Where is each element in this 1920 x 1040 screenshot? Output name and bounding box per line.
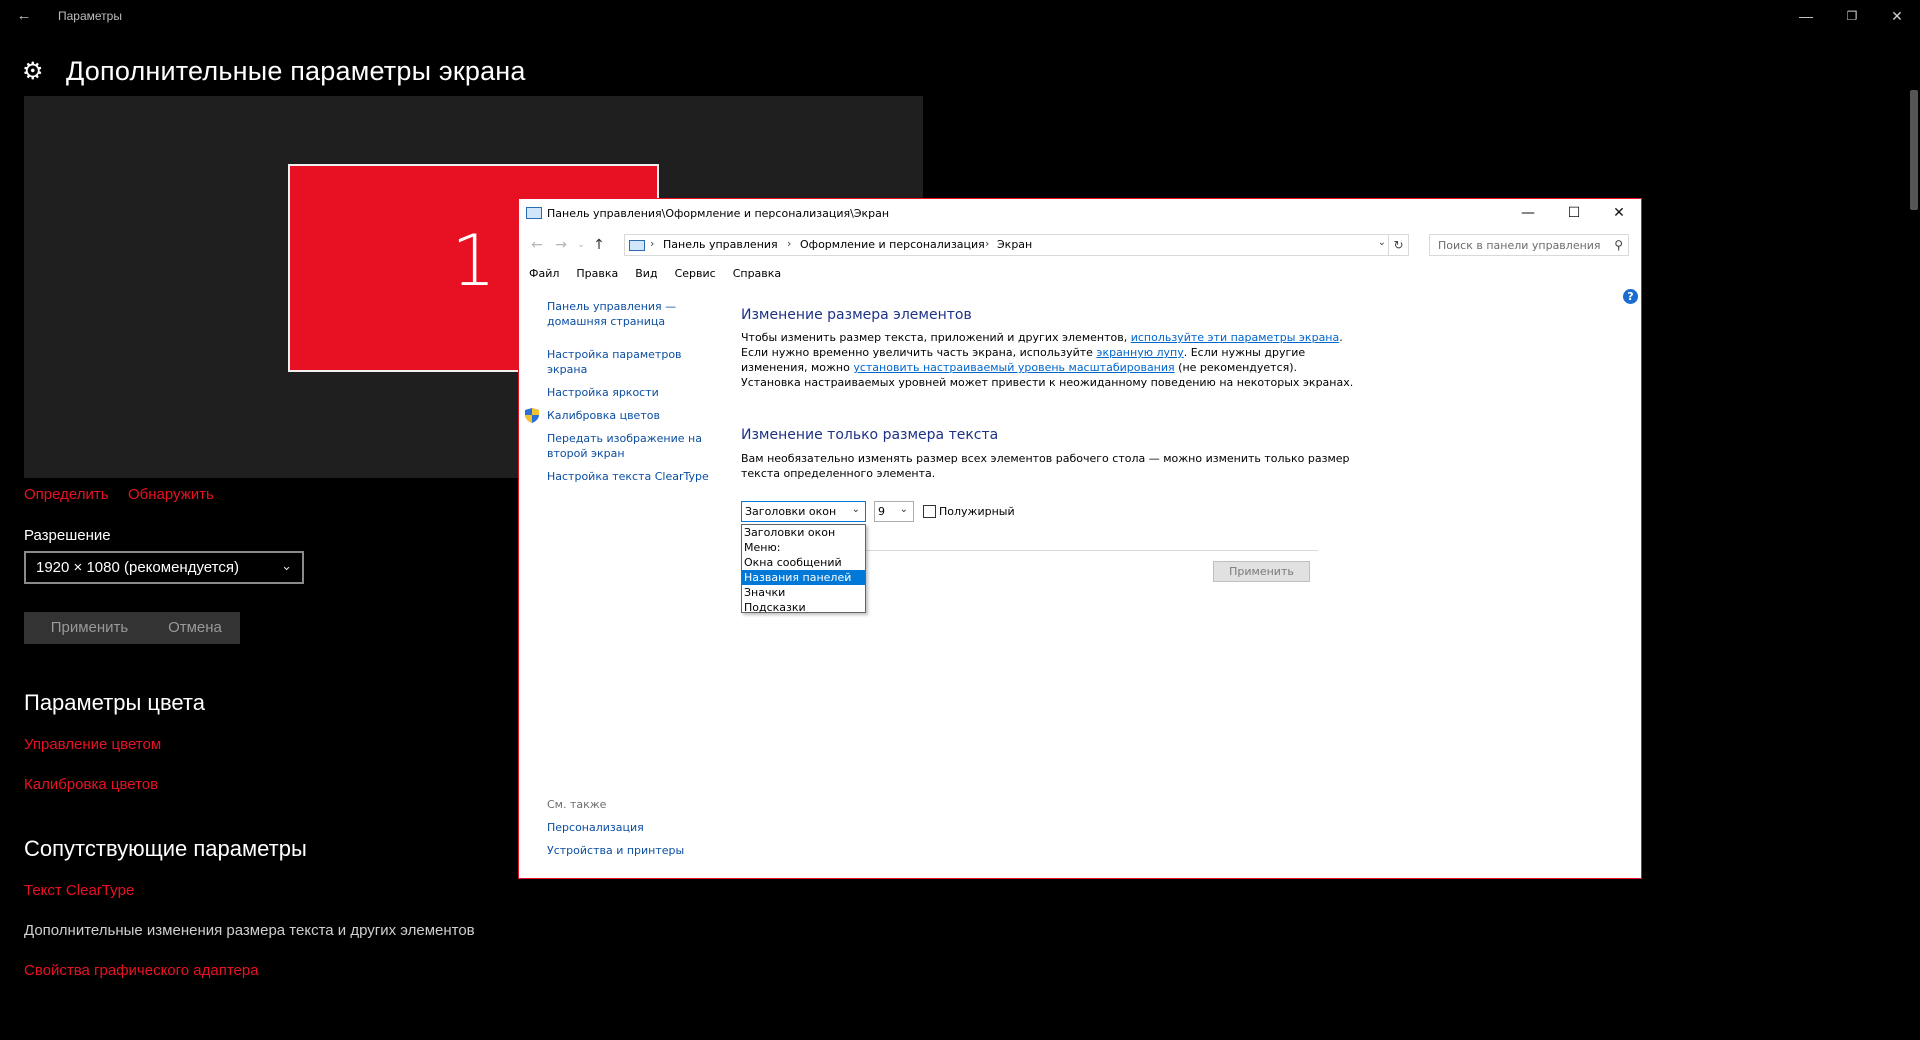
color-management-link[interactable]: Управление цветом [24, 736, 161, 753]
resolution-value: 1920 × 1080 (рекомендуется) [36, 559, 239, 576]
size-select-value: 9 [878, 505, 885, 518]
devices-printers-link[interactable]: Устройства и принтеры [547, 843, 684, 858]
crumb-separator: › [650, 237, 655, 250]
divider [864, 550, 1318, 551]
resolution-link-line2[interactable]: экрана [547, 362, 587, 377]
home-link-line1[interactable]: Панель управления — [547, 299, 676, 314]
resize-text-3: изменения, можно установить настраиваемы… [741, 361, 1298, 374]
back-arrow-icon[interactable]: ← [12, 4, 36, 28]
resize-text-2: Если нужно временно увеличить часть экра… [741, 346, 1306, 359]
cp-close-icon[interactable]: ✕ [1596, 199, 1642, 228]
address-dropdown-icon[interactable]: ⌄ [1378, 237, 1386, 248]
identify-link[interactable]: Определить [24, 486, 109, 503]
cp-apply-button[interactable]: Применить [1213, 561, 1310, 582]
color-heading: Параметры цвета [24, 690, 205, 715]
resolution-label: Разрешение [24, 527, 111, 544]
resolution-select[interactable]: 1920 × 1080 (рекомендуется) ⌄ [24, 551, 304, 584]
element-select-value: Заголовки окон [745, 505, 837, 518]
advanced-sizing-link[interactable]: Дополнительные изменения размера текста … [24, 922, 475, 939]
cleartype-link[interactable]: Текст ClearType [24, 882, 134, 899]
bold-checkbox[interactable] [923, 505, 936, 518]
project-link-line2[interactable]: второй экран [547, 446, 625, 461]
menu-tools[interactable]: Сервис [675, 267, 716, 280]
custom-scaling-link[interactable]: установить настраиваемый уровень масштаб… [853, 361, 1174, 374]
see-also-label: См. также [547, 798, 607, 811]
magnifier-link[interactable]: экранную лупу [1096, 346, 1183, 359]
menu-file[interactable]: Файл [529, 267, 559, 280]
crumb-appearance[interactable]: Оформление и персонализация [800, 238, 985, 251]
adapter-properties-link[interactable]: Свойства графического адаптера [24, 962, 259, 979]
cp-navbar: ← → ⌄ ↑ › Панель управления › Оформление… [519, 233, 1641, 257]
address-monitor-icon [629, 240, 645, 251]
cp-maximize-icon[interactable]: ☐ [1551, 199, 1597, 228]
control-panel-window: Панель управления\Оформление и персонали… [518, 198, 1642, 879]
home-link-line2[interactable]: домашняя страница [547, 314, 665, 329]
chevron-down-icon: ⌄ [851, 504, 860, 515]
text-size-text-1: Вам необязательно изменять размер всех э… [741, 452, 1350, 465]
dropdown-option-highlighted[interactable]: Названия панелей [742, 570, 865, 585]
cp-minimize-icon[interactable]: — [1505, 199, 1551, 228]
resize-text-4: Установка настраиваемых уровней может пр… [741, 376, 1354, 389]
monitor-icon [526, 207, 542, 219]
nav-back-icon[interactable]: ← [527, 235, 547, 255]
menu-view[interactable]: Вид [635, 267, 657, 280]
resize-text-1: Чтобы изменить размер текста, приложений… [741, 331, 1343, 344]
cleartype-tuner-link[interactable]: Настройка текста ClearType [547, 469, 709, 484]
dropdown-option[interactable]: Заголовки окон [742, 525, 865, 540]
window-title: Параметры [58, 9, 122, 23]
size-select[interactable]: 9 ⌄ [874, 501, 914, 522]
text-size-heading: Изменение только размера текста [741, 427, 999, 443]
cp-title: Панель управления\Оформление и персонали… [547, 207, 890, 220]
element-dropdown-list: Заголовки окон Меню: Окна сообщений Назв… [741, 524, 866, 615]
nav-forward-icon[interactable]: → [551, 235, 571, 255]
recent-dropdown-icon[interactable]: ⌄ [571, 235, 591, 255]
personalization-link[interactable]: Персонализация [547, 820, 644, 835]
crumb-separator: › [787, 237, 792, 250]
page-title: Дополнительные параметры экрана [66, 56, 526, 86]
settings-titlebar: ← Параметры — ❐ ✕ [0, 0, 1920, 32]
cp-titlebar: Панель управления\Оформление и персонали… [519, 199, 1641, 228]
detect-link[interactable]: Обнаружить [128, 486, 214, 503]
menu-bar: Файл Правка Вид Сервис Справка [529, 267, 798, 280]
scrollbar[interactable] [1910, 90, 1918, 210]
close-icon[interactable]: ✕ [1874, 0, 1920, 32]
chevron-down-icon: ⌄ [281, 558, 292, 573]
brightness-link[interactable]: Настройка яркости [547, 385, 659, 400]
gear-icon: ⚙ [22, 57, 44, 85]
refresh-icon[interactable]: ↻ [1388, 235, 1408, 255]
search-icon: ⚲ [1614, 238, 1623, 252]
menu-edit[interactable]: Правка [576, 267, 618, 280]
cp-search-input[interactable]: Поиск в панели управления ⚲ [1429, 234, 1629, 256]
crumb-display[interactable]: Экран [997, 238, 1032, 251]
resize-heading: Изменение размера элементов [741, 307, 972, 323]
dropdown-option[interactable]: Меню: [742, 540, 865, 555]
crumb-separator: › [985, 237, 990, 250]
search-placeholder: Поиск в панели управления [1438, 239, 1601, 252]
bold-label: Полужирный [939, 505, 1015, 518]
nav-up-icon[interactable]: ↑ [589, 235, 609, 255]
shield-icon [525, 408, 539, 423]
project-link-line1[interactable]: Передать изображение на [547, 431, 702, 446]
apply-button[interactable]: Применить [24, 612, 155, 644]
dropdown-option[interactable]: Окна сообщений [742, 555, 865, 570]
help-icon[interactable]: ? [1623, 289, 1638, 304]
dropdown-option[interactable]: Значки [742, 585, 865, 600]
chevron-down-icon: ⌄ [899, 504, 908, 515]
related-heading: Сопутствующие параметры [24, 836, 307, 861]
text-size-text-2: текста определенного элемента. [741, 467, 936, 480]
calibrate-link[interactable]: Калибровка цветов [547, 408, 660, 423]
restore-icon[interactable]: ❐ [1829, 0, 1875, 32]
page-header: ⚙ Дополнительные параметры экрана [22, 56, 526, 87]
display-settings-link[interactable]: используйте эти параметры экрана [1131, 331, 1340, 344]
color-calibration-link[interactable]: Калибровка цветов [24, 776, 158, 793]
resolution-link-line1[interactable]: Настройка параметров [547, 347, 682, 362]
dropdown-option[interactable]: Подсказки [742, 600, 865, 615]
address-bar[interactable]: › Панель управления › Оформление и персо… [624, 234, 1409, 256]
crumb-control-panel[interactable]: Панель управления [663, 238, 778, 251]
element-select[interactable]: Заголовки окон ⌄ [741, 501, 866, 522]
cancel-button[interactable]: Отмена [150, 612, 240, 644]
menu-help[interactable]: Справка [733, 267, 781, 280]
minimize-icon[interactable]: — [1783, 0, 1829, 32]
